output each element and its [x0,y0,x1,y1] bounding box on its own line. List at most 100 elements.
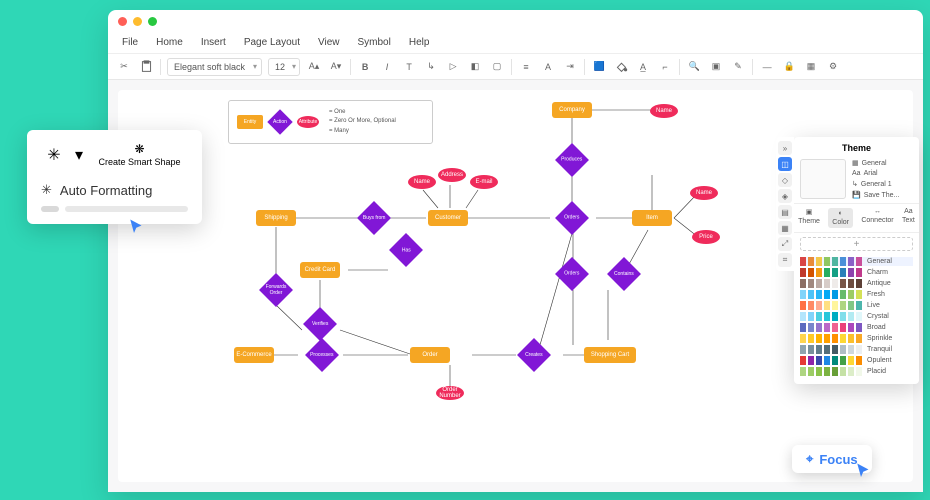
palette-row[interactable]: Crystal [800,312,913,321]
window-minimize-icon[interactable] [133,17,142,26]
menu-file[interactable]: File [122,37,138,48]
auto-formatting-button[interactable]: ✳ Auto Formatting [41,182,188,198]
node-order-number[interactable]: Order Number [436,386,464,400]
palette-row[interactable]: Sprinkle [800,334,913,343]
grid-icon[interactable]: ▦ [803,59,819,75]
palette-row[interactable]: Broad [800,323,913,332]
pen-icon[interactable]: ✎ [730,59,746,75]
line-icon[interactable]: — [759,59,775,75]
palette-swatch [800,257,806,266]
rail-layers-icon[interactable]: ◈ [778,189,792,203]
smart-shape-popup: ✳ ▾ ❋ Create Smart Shape ✳ Auto Formatti… [27,130,202,224]
fill-icon[interactable]: 🟦 [591,59,607,75]
node-ecommerce[interactable]: E-Commerce [234,347,274,363]
palette-swatch [808,257,814,266]
menu-page-layout[interactable]: Page Layout [244,37,300,48]
node-shopping-cart[interactable]: Shopping Cart [584,347,636,363]
palette-swatch [824,345,830,354]
preset-general1[interactable]: ↳General 1 [852,180,913,188]
rail-table-icon[interactable]: ▦ [778,221,792,235]
tab-connector[interactable]: ↔Connector [861,208,893,228]
node-price[interactable]: Price [692,230,720,244]
palette-swatch [832,312,838,321]
palette-swatch [808,334,814,343]
palette-swatch [840,367,846,376]
font-grow-icon[interactable]: A▴ [306,59,322,75]
bold-icon[interactable]: B [357,59,373,75]
palette-row[interactable]: General [800,257,913,266]
rail-theme-icon[interactable]: ◫ [778,157,792,171]
node-email[interactable]: E-mail [470,175,498,189]
rail-expand-icon[interactable]: ⤢ [778,237,792,251]
connector-icon[interactable]: ↳ [423,59,439,75]
palette-row[interactable]: Live [800,301,913,310]
palette-row[interactable]: Charm [800,268,913,277]
palette-swatch [848,257,854,266]
paste-icon[interactable] [138,59,154,75]
node-name-item[interactable]: Name [690,186,718,200]
palette-swatch [800,345,806,354]
window-close-icon[interactable] [118,17,127,26]
rail-toggle-icon[interactable]: » [778,141,792,155]
menu-symbol[interactable]: Symbol [358,37,391,48]
shape-icon[interactable]: ▢ [489,59,505,75]
sparkle-icon[interactable]: ✳ [41,142,67,168]
menu-help[interactable]: Help [409,37,430,48]
node-name-company[interactable]: Name [650,104,678,118]
cut-icon[interactable]: ✂ [116,59,132,75]
add-palette-button[interactable]: + [800,237,913,251]
palette-swatch [832,334,838,343]
rail-shapes-icon[interactable]: ◇ [778,173,792,187]
palette-swatch [840,345,846,354]
layers-icon[interactable]: ◧ [467,59,483,75]
indent-icon[interactable]: ⇥ [562,59,578,75]
preset-arial[interactable]: AaArial [852,170,913,177]
palette-row[interactable]: Opulent [800,356,913,365]
text-icon[interactable]: T [401,59,417,75]
node-company[interactable]: Company [552,102,592,118]
align-left-icon[interactable]: ≡ [518,59,534,75]
sparkle-icon: ✳ [41,182,52,198]
auto-formatting-slider[interactable] [41,206,188,212]
search-icon[interactable]: 🔍 [686,59,702,75]
font-shrink-icon[interactable]: A▾ [328,59,344,75]
image-icon[interactable]: ▣ [708,59,724,75]
preset-save[interactable]: 💾Save The... [852,191,913,199]
node-order[interactable]: Order [410,347,450,363]
text-a-icon[interactable]: A [540,59,556,75]
menu-insert[interactable]: Insert [201,37,226,48]
rail-page-icon[interactable]: ▤ [778,205,792,219]
preset-general[interactable]: ▦General [852,159,913,167]
node-item[interactable]: Item [632,210,672,226]
tab-theme[interactable]: ▣Theme [798,208,820,228]
node-customer[interactable]: Customer [428,210,468,226]
italic-icon[interactable]: I [379,59,395,75]
palette-swatch [824,367,830,376]
node-name-cust[interactable]: Name [408,175,436,189]
font-size-select[interactable]: 12 [268,58,300,76]
menu-home[interactable]: Home [156,37,183,48]
palette-row[interactable]: Antique [800,279,913,288]
create-smart-shape-button[interactable]: ❋ Create Smart Shape [91,142,188,167]
crop-icon[interactable]: ⌐ [657,59,673,75]
settings-icon[interactable]: ⚙ [825,59,841,75]
lock-icon[interactable]: 🔒 [781,59,797,75]
menu-view[interactable]: View [318,37,340,48]
fill-bucket-icon[interactable] [613,59,629,75]
node-credit-card[interactable]: Credit Card [300,262,340,278]
palette-row[interactable]: Placid [800,367,913,376]
font-color-icon[interactable]: A̲ [635,59,651,75]
chevron-down-icon[interactable]: ▾ [75,145,83,165]
palette-row[interactable]: Tranquil [800,345,913,354]
window-zoom-icon[interactable] [148,17,157,26]
tab-text[interactable]: AaText [902,208,915,228]
node-shipping[interactable]: Shipping [256,210,296,226]
rail-tag-icon[interactable]: ⌗ [778,253,792,267]
tab-color[interactable]: ◐Color [828,208,853,228]
palette-swatch [808,356,814,365]
pointer-icon[interactable]: ▷ [445,59,461,75]
node-address[interactable]: Address [438,168,466,182]
palette-row[interactable]: Fresh [800,290,913,299]
theme-thumbnail[interactable] [800,159,846,199]
font-select[interactable]: Elegant soft black [167,58,262,76]
